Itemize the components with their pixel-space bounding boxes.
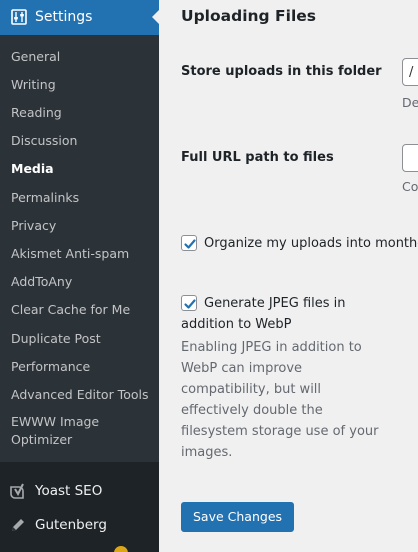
submenu-item-clear-cache[interactable]: Clear Cache for Me bbox=[11, 301, 130, 318]
submenu-item-general[interactable]: General bbox=[11, 48, 60, 65]
submenu-item-reading[interactable]: Reading bbox=[11, 104, 62, 121]
submenu-item-addtoany[interactable]: AddToAny bbox=[11, 273, 72, 290]
submenu-item-media[interactable]: Media bbox=[11, 160, 54, 177]
menu-item-settings-label: Settings bbox=[35, 9, 93, 25]
generate-jpeg-label-line2: addition to WebP bbox=[181, 317, 292, 332]
submenu-item-writing[interactable]: Writing bbox=[11, 76, 56, 93]
menu-item-yoast-seo-label: Yoast SEO bbox=[35, 483, 103, 499]
menu-item-gutenberg-label: Gutenberg bbox=[35, 517, 107, 533]
save-changes-button[interactable]: Save Changes bbox=[181, 502, 295, 532]
admin-sidebar: Settings General Writing Reading Discuss… bbox=[0, 0, 160, 552]
menu-item-settings[interactable]: Settings bbox=[0, 0, 160, 35]
media-settings-content: Uploading Files Store uploads in this fo… bbox=[159, 0, 418, 552]
organize-uploads-option: Organize my uploads into month- bbox=[181, 234, 418, 254]
submenu-item-performance[interactable]: Performance bbox=[11, 358, 90, 375]
section-title-uploading-files: Uploading Files bbox=[181, 7, 316, 25]
submenu-item-advanced-editor-tools[interactable]: Advanced Editor Tools bbox=[11, 386, 148, 403]
submenu-item-duplicate-post[interactable]: Duplicate Post bbox=[11, 330, 101, 347]
yoast-icon bbox=[9, 483, 26, 500]
submenu-item-akismet[interactable]: Akismet Anti-spam bbox=[11, 245, 129, 262]
organize-uploads-checkbox[interactable] bbox=[181, 235, 197, 251]
submenu-item-permalinks[interactable]: Permalinks bbox=[11, 189, 79, 206]
generate-jpeg-help-text: Enabling JPEG in addition to WebP can im… bbox=[181, 340, 379, 460]
upload-path-input[interactable] bbox=[402, 58, 418, 86]
settings-sliders-icon bbox=[11, 9, 27, 25]
upload-url-description: Co bbox=[402, 179, 418, 194]
submenu-item-discussion[interactable]: Discussion bbox=[11, 132, 77, 149]
organize-uploads-label: Organize my uploads into month- bbox=[204, 236, 418, 251]
full-url-label: Full URL path to files bbox=[181, 150, 334, 165]
submenu-item-privacy[interactable]: Privacy bbox=[11, 217, 56, 234]
menu-item-gutenberg[interactable]: Gutenberg bbox=[0, 508, 159, 542]
generate-jpeg-label-line1: Generate JPEG files in bbox=[204, 296, 346, 311]
upload-path-description: De bbox=[402, 95, 418, 110]
store-uploads-label: Store uploads in this folder bbox=[181, 64, 382, 79]
upload-url-input[interactable] bbox=[402, 144, 418, 172]
settings-submenu: General Writing Reading Discussion Media… bbox=[0, 35, 159, 462]
menu-item-yoast-seo[interactable]: Yoast SEO bbox=[0, 474, 159, 508]
pencil-icon bbox=[9, 517, 26, 534]
notification-badge-icon bbox=[114, 546, 128, 552]
generate-jpeg-option: Generate JPEG files in bbox=[181, 294, 346, 314]
submenu-item-ewww-image-optimizer[interactable]: EWWW Image Optimizer bbox=[11, 413, 151, 449]
generate-jpeg-checkbox[interactable] bbox=[181, 295, 197, 311]
